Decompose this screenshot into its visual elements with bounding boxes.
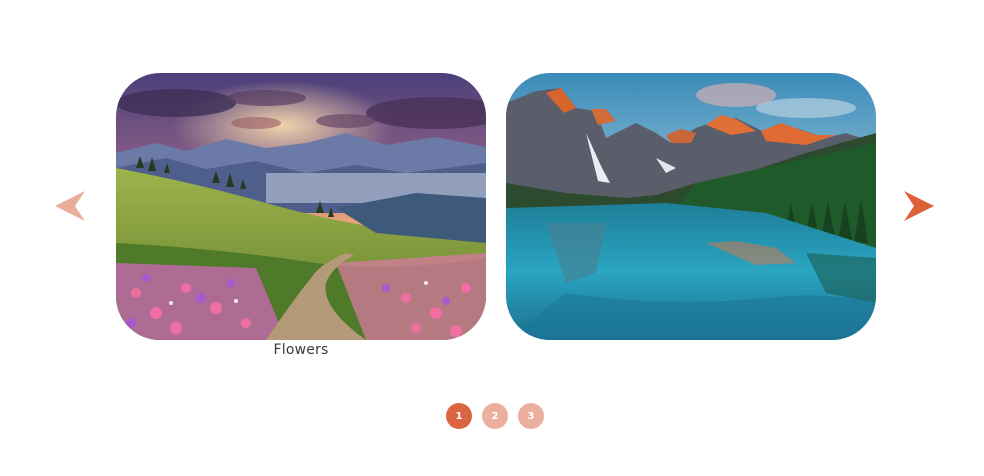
previous-slide-button[interactable] — [53, 189, 87, 223]
chevron-right-arrow-icon — [904, 191, 934, 221]
pagination-dot-3[interactable]: 3 — [518, 403, 544, 429]
pagination-dot-1[interactable]: 1 — [446, 403, 472, 429]
carousel-slide-1[interactable] — [116, 73, 486, 340]
pagination: 1 2 3 — [446, 403, 544, 429]
slide-caption: Flowers — [273, 342, 329, 358]
mountain-lake-reflection-photo — [506, 73, 876, 340]
pagination-dot-2[interactable]: 2 — [482, 403, 508, 429]
mountain-flower-meadow-photo — [116, 73, 486, 340]
chevron-left-arrow-icon — [55, 191, 85, 221]
carousel-slide-2[interactable] — [506, 73, 876, 340]
next-slide-button[interactable] — [902, 189, 936, 223]
